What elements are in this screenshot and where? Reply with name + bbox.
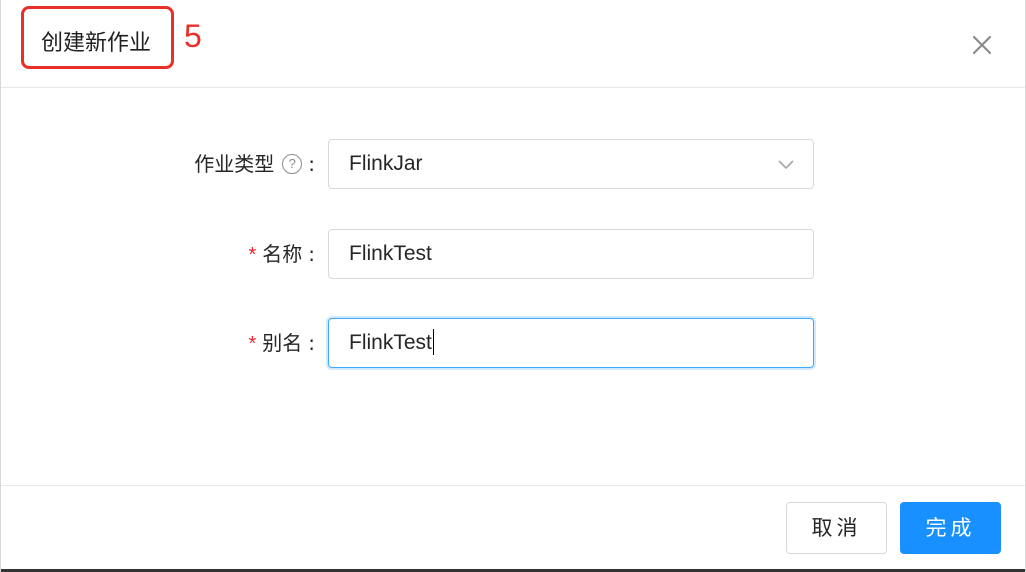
required-mark: * bbox=[248, 244, 257, 266]
form-row-alias: * 别名: FlinkTest bbox=[1, 318, 1025, 368]
label-colon: : bbox=[308, 152, 315, 176]
label-colon: : bbox=[308, 331, 315, 355]
annotation-step-number: 5 bbox=[184, 18, 202, 54]
chevron-down-icon bbox=[778, 160, 794, 170]
close-button[interactable] bbox=[965, 28, 999, 62]
label-colon: : bbox=[308, 242, 315, 266]
job-type-select[interactable]: FlinkJar bbox=[328, 139, 814, 189]
form-row-name: * 名称: FlinkTest bbox=[1, 229, 1025, 279]
question-circle-icon[interactable]: ? bbox=[282, 153, 303, 174]
alias-label: * 别名: bbox=[248, 318, 315, 368]
name-label-text: 名称 bbox=[262, 242, 303, 266]
dialog-title: 创建新作业 bbox=[41, 31, 152, 56]
name-input-value: FlinkTest bbox=[349, 242, 432, 265]
text-cursor bbox=[432, 329, 435, 356]
form-row-job-type: 作业类型?: FlinkJar bbox=[1, 139, 1025, 189]
close-icon bbox=[972, 35, 992, 55]
dialog-footer: 取消 完成 bbox=[1, 485, 1025, 572]
dialog-body: 作业类型?: FlinkJar * 名称: FlinkTest * 别名: Fli bbox=[1, 88, 1025, 485]
alias-input-value-wrap: FlinkTest bbox=[349, 319, 435, 367]
name-label: * 名称: bbox=[248, 229, 315, 279]
alias-input[interactable]: FlinkTest bbox=[328, 318, 814, 368]
dialog-header: 创建新作业 5 bbox=[1, 0, 1025, 88]
create-job-dialog: 创建新作业 5 作业类型?: FlinkJar * 名称: FlinkTest … bbox=[0, 0, 1026, 572]
confirm-button[interactable]: 完成 bbox=[900, 502, 1001, 554]
job-type-label-text: 作业类型 bbox=[194, 152, 275, 176]
job-type-selected-value: FlinkJar bbox=[349, 152, 423, 175]
job-type-label: 作业类型?: bbox=[194, 139, 315, 189]
alias-label-text: 别名 bbox=[262, 331, 303, 355]
required-mark: * bbox=[248, 333, 257, 355]
cancel-button[interactable]: 取消 bbox=[786, 502, 887, 554]
alias-input-value: FlinkTest bbox=[349, 331, 432, 354]
name-input[interactable]: FlinkTest bbox=[328, 229, 814, 279]
